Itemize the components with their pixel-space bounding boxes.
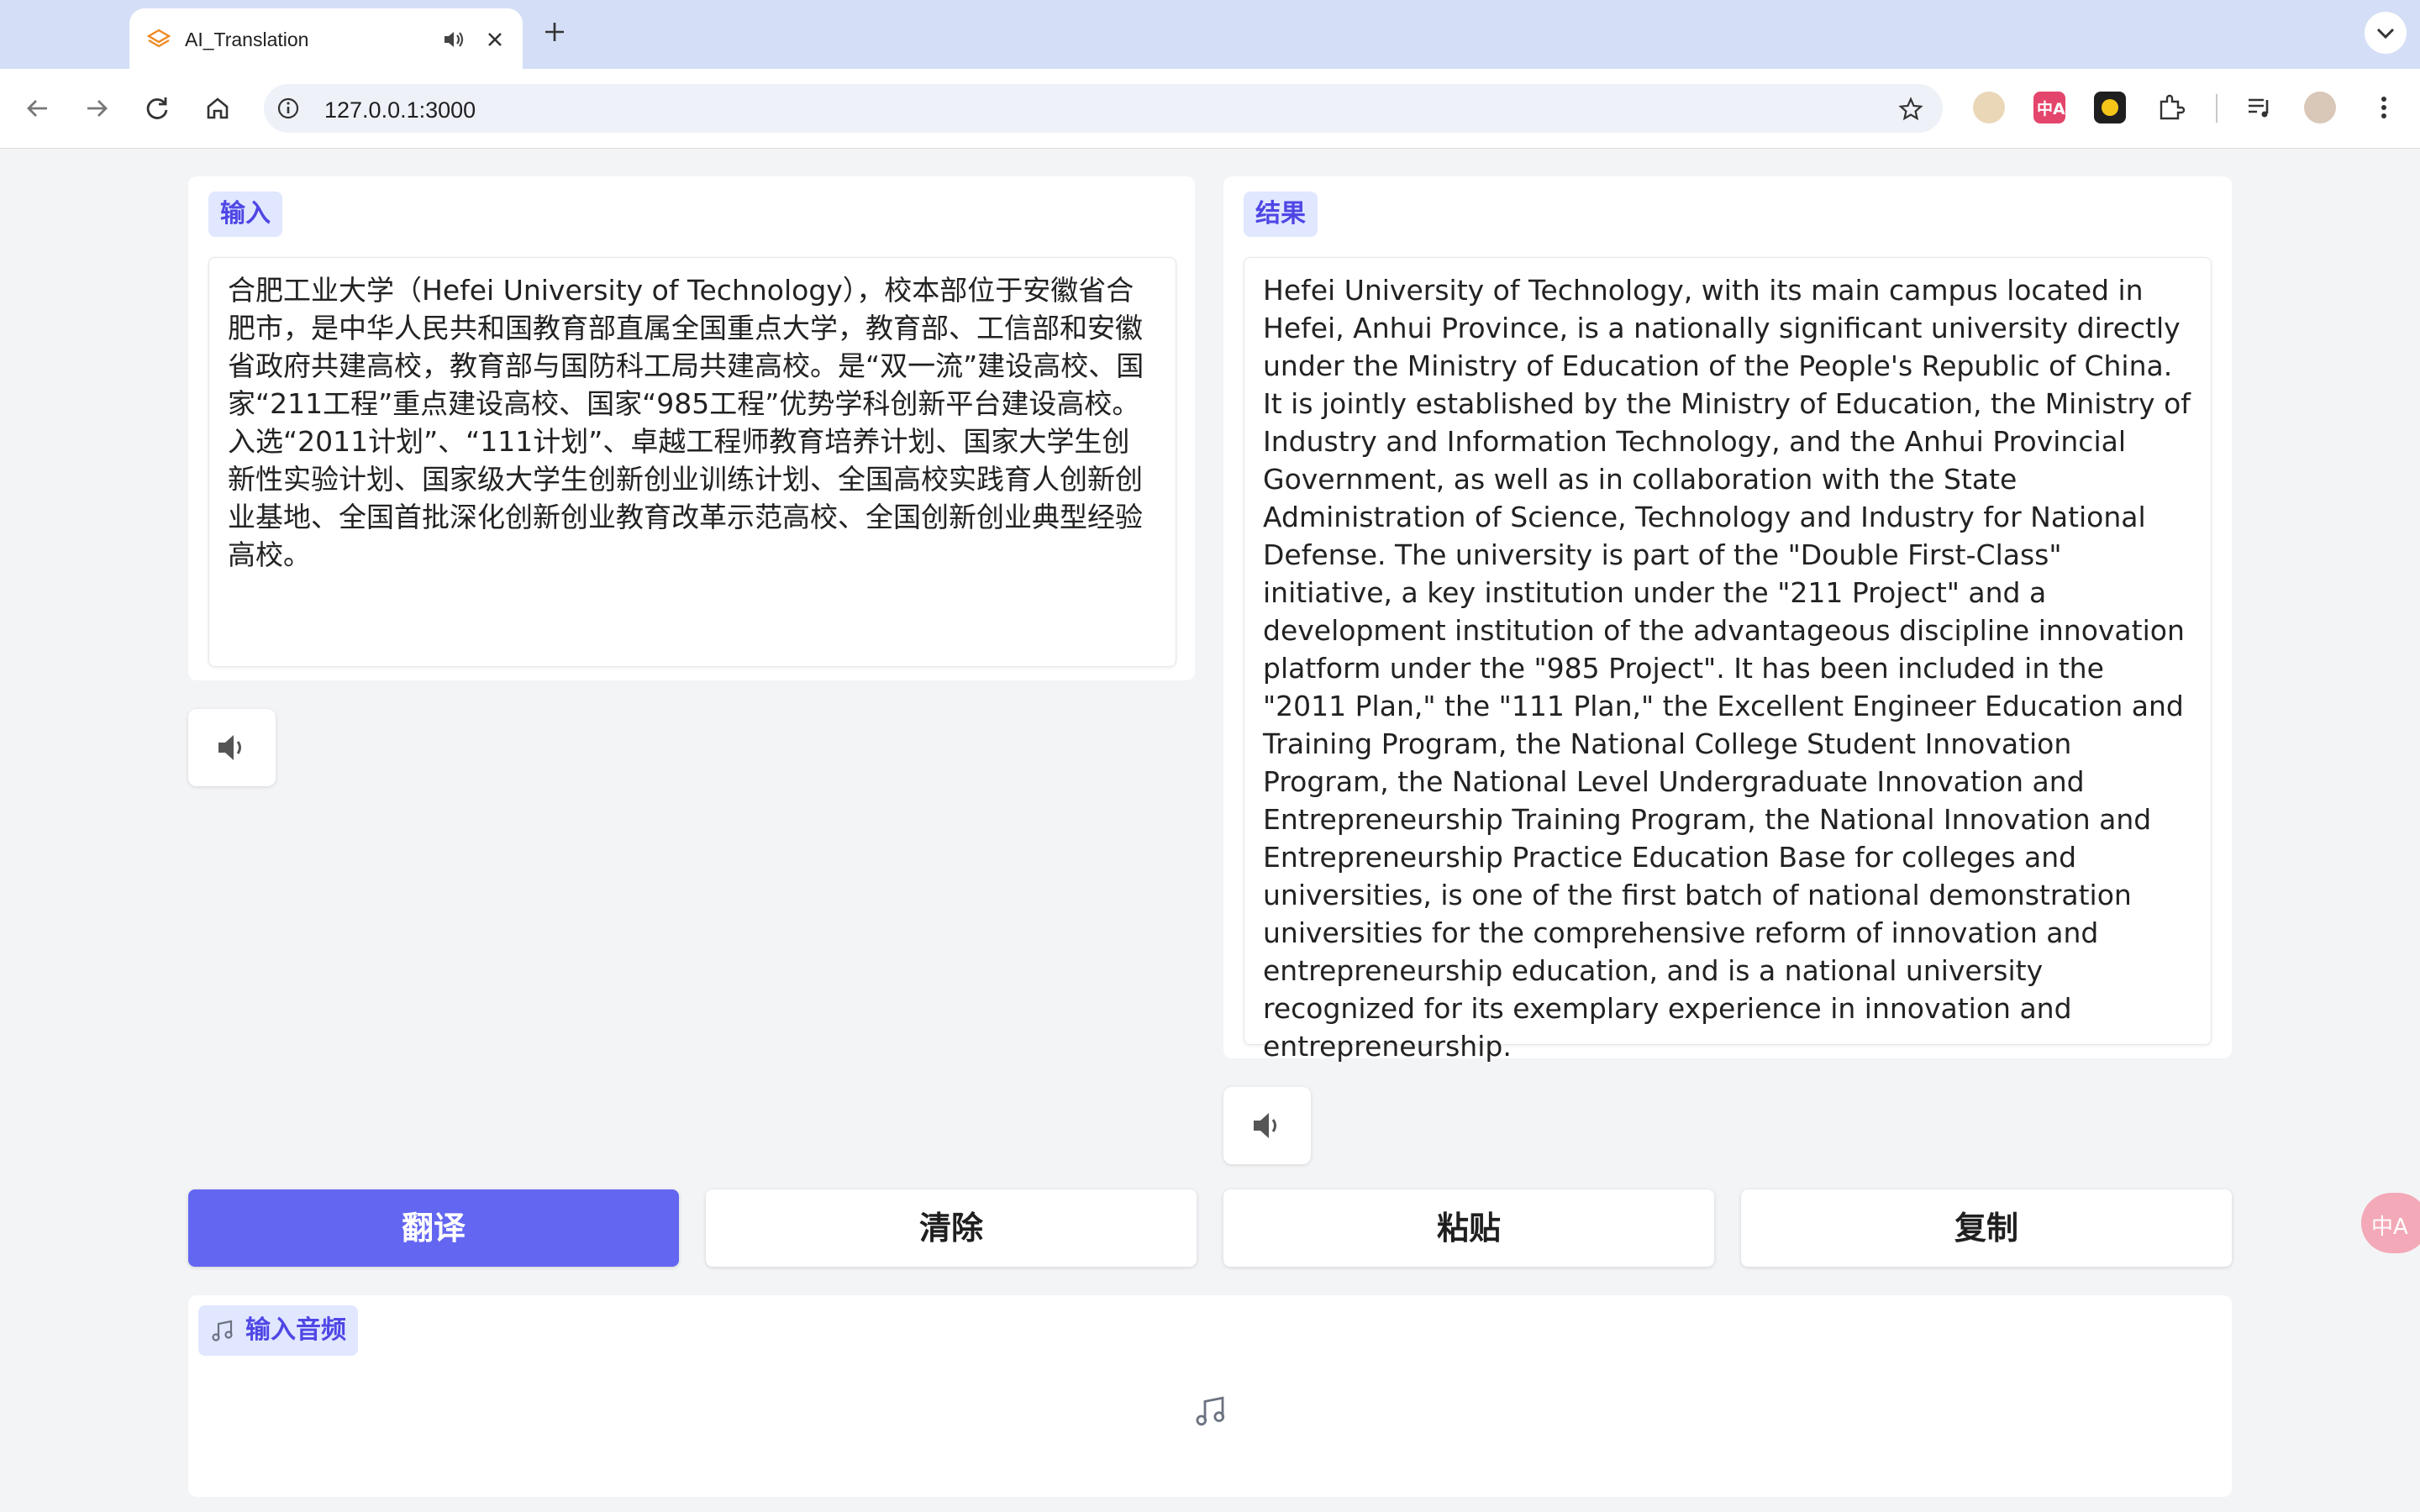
media-control-icon[interactable] [2244,92,2275,123]
forward-arrow-icon[interactable] [77,89,116,128]
result-textarea[interactable]: Hefei University of Technology, with its… [1244,257,2212,1063]
speaker-icon [1254,1113,1276,1138]
toolbar-divider [2216,94,2217,123]
more-menu-icon[interactable] [2368,92,2400,123]
tab-audio-icon[interactable] [440,27,466,52]
clear-button[interactable]: 清除 [706,1189,1197,1267]
profile-avatar-icon[interactable] [2304,92,2336,123]
extension-avatar-icon[interactable] [1973,92,2005,123]
tab-strip: AI_Translation [0,0,2420,69]
home-icon[interactable] [198,89,237,128]
input-panel: 输入 合肥工业大学（Hefei University of Technology… [188,176,1195,680]
audio-input-label-tag: 输入音频 [198,1305,358,1356]
result-speak-button[interactable] [1223,1087,1311,1164]
extensions-puzzle-icon[interactable] [2154,92,2186,123]
input-label: 输入 [208,192,282,237]
translate-button[interactable]: 翻译 [188,1189,679,1267]
address-url: 127.0.0.1:3000 [324,97,476,123]
site-info-icon[interactable] [276,96,301,121]
result-panel: 结果 Hefei University of Technology, with … [1223,176,2232,1063]
browser-toolbar: 127.0.0.1:3000 中A [0,69,2420,149]
music-note-icon [212,1320,233,1341]
copy-button[interactable]: 复制 [1741,1189,2232,1267]
audio-input-label: 输入音频 [245,1315,346,1345]
new-tab-icon[interactable] [541,18,568,45]
input-textarea[interactable]: 合肥工业大学（Hefei University of Technology），校… [208,257,1176,667]
browser-tab[interactable]: AI_Translation [129,8,523,69]
audio-input-panel[interactable]: 输入音频 [188,1295,2232,1497]
extension-timer-icon[interactable] [2094,92,2126,123]
speaker-icon [218,735,241,760]
extension-translate-icon[interactable]: 中A [2033,92,2065,123]
reload-icon[interactable] [138,89,176,128]
result-label: 结果 [1244,192,1318,237]
chevron-down-icon [2376,28,2395,39]
app-favicon-icon [146,29,171,48]
tab-title: AI_Translation [185,29,309,50]
back-arrow-icon[interactable] [18,89,57,128]
tab-close-icon[interactable] [482,27,508,52]
tab-search-button[interactable] [2365,12,2407,54]
floating-translate-button[interactable]: 中A [2361,1193,2420,1253]
input-speak-button[interactable] [188,709,276,786]
floating-translate-icon: 中A [2371,1215,2408,1240]
bookmark-star-icon[interactable] [1897,96,1924,123]
address-bar[interactable]: 127.0.0.1:3000 [264,84,1943,133]
music-note-icon [1196,1396,1225,1426]
paste-button[interactable]: 粘贴 [1223,1189,1714,1267]
